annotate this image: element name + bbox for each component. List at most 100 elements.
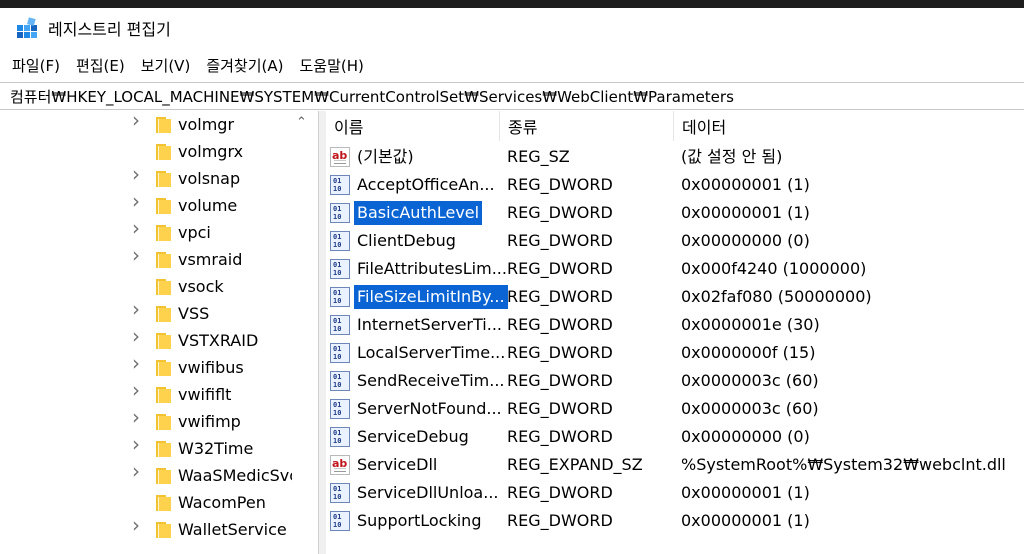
address-path[interactable]: 컴퓨터₩HKEY_LOCAL_MACHINE₩SYSTEM₩CurrentCon…: [10, 86, 734, 107]
tree-item[interactable]: › volume: [6, 191, 296, 220]
chevron-right-icon[interactable]: ›: [132, 353, 144, 373]
string-value-icon: ab: [330, 455, 350, 475]
chevron-right-icon[interactable]: ›: [132, 218, 144, 238]
chevron-right-icon[interactable]: ›: [132, 191, 144, 211]
value-row[interactable]: 01 10 SupportLocking REG_DWORD 0x00000001 (1…: [326, 507, 1024, 535]
value-data: 0x02faf080 (50000000): [681, 287, 872, 306]
value-name: SendReceiveTim...: [357, 371, 505, 390]
tree-item[interactable]: › volmgr: [6, 111, 296, 139]
chevron-right-icon[interactable]: ›: [132, 380, 144, 400]
tree-item[interactable]: › VSTXRAID: [6, 326, 296, 355]
chevron-right-icon[interactable]: ›: [132, 434, 144, 454]
value-name-cell: 01 10 FileAttributesLim...: [330, 255, 507, 283]
value-row[interactable]: 01 10 SendReceiveTim... REG_DWORD 0x0000003c…: [326, 367, 1024, 395]
value-row[interactable]: 01 10 FileAttributesLim... REG_DWORD 0x000f4…: [326, 255, 1024, 283]
value-data: 0x0000000f (15): [681, 343, 816, 362]
tree-item-label: WalletService: [178, 520, 287, 539]
tree-item[interactable]: › vwififlt: [6, 380, 296, 409]
value-row[interactable]: ab (기본값) REG_SZ (값 설정 안 됨): [326, 143, 1024, 171]
chevron-right-icon[interactable]: ›: [132, 164, 144, 184]
tree-item[interactable]: WacomPen: [6, 490, 296, 517]
value-row[interactable]: 01 10 AcceptOfficeAn... REG_DWORD 0x00000001…: [326, 171, 1024, 199]
address-bar[interactable]: 컴퓨터₩HKEY_LOCAL_MACHINE₩SYSTEM₩CurrentCon…: [0, 82, 1024, 110]
value-list[interactable]: 이름 종류 데이터 ab (기본값) REG_SZ (값 설정 안 됨) 01 10 Acc…: [326, 111, 1024, 554]
tree-item[interactable]: › WalletService: [6, 515, 296, 544]
tree-item[interactable]: › vwifibus: [6, 353, 296, 382]
value-row[interactable]: 01 10 ServiceDllUnloa... REG_DWORD 0x0000000…: [326, 479, 1024, 507]
value-name: ServerNotFound...: [357, 399, 502, 418]
value-name-cell: 01 10 SupportLocking: [330, 507, 502, 535]
value-type: REG_DWORD: [507, 483, 613, 502]
folder-icon: [156, 279, 172, 295]
tree-item[interactable]: › vsmraid: [6, 245, 296, 274]
folder-icon: [156, 495, 172, 511]
value-name: ServiceDebug: [357, 427, 469, 446]
column-type[interactable]: 종류: [500, 111, 674, 141]
tree-item[interactable]: › vpci: [6, 218, 296, 247]
value-data: 0x0000003c (60): [681, 371, 819, 390]
value-name-cell: 01 10 SendReceiveTim...: [330, 367, 505, 395]
menu-file[interactable]: 파일(F): [12, 55, 60, 76]
scroll-up-icon[interactable]: ⌃: [296, 115, 307, 130]
menu-favorites[interactable]: 즐겨찾기(A): [206, 55, 283, 76]
chevron-right-icon[interactable]: ›: [132, 111, 144, 130]
tree-item[interactable]: › vwifimp: [6, 407, 296, 436]
key-tree[interactable]: › volmgr volmgrx › volsnap › volume › vpci › vsmra…: [6, 111, 316, 554]
tree-item[interactable]: › W32Time: [6, 434, 296, 463]
regedit-icon: [16, 17, 38, 39]
chevron-right-icon[interactable]: ›: [132, 407, 144, 427]
value-type: REG_EXPAND_SZ: [507, 455, 643, 474]
tree-item[interactable]: › volsnap: [6, 164, 296, 193]
value-row[interactable]: 01 10 FileSizeLimitInBy... REG_DWORD 0x02faf…: [326, 283, 1024, 311]
value-name-cell: 01 10 LocalServerTime...: [330, 339, 505, 367]
tree-item-label: volmgrx: [178, 142, 244, 161]
tree-item[interactable]: vsock: [6, 274, 296, 301]
value-type: REG_DWORD: [507, 399, 613, 418]
value-name: SupportLocking: [357, 511, 482, 530]
menu-edit[interactable]: 편집(E): [76, 55, 125, 76]
menu-help[interactable]: 도움말(H): [299, 55, 363, 76]
value-row[interactable]: 01 10 ServerNotFound... REG_DWORD 0x0000003c…: [326, 395, 1024, 423]
chevron-right-icon[interactable]: ›: [132, 299, 144, 319]
value-name: FileSizeLimitInBy...: [354, 285, 508, 309]
value-data: (값 설정 안 됨): [681, 147, 783, 166]
column-name[interactable]: 이름: [326, 111, 500, 141]
menu-view[interactable]: 보기(V): [141, 55, 191, 76]
tree-scrollbar[interactable]: ⌃: [292, 111, 314, 554]
folder-icon: [156, 360, 172, 376]
value-type: REG_DWORD: [507, 203, 613, 222]
title-bar[interactable]: 레지스트리 편집기: [0, 8, 1024, 48]
value-row[interactable]: 01 10 ServiceDebug REG_DWORD 0x00000000 (0): [326, 423, 1024, 451]
value-name-cell: 01 10 ServiceDebug: [330, 423, 502, 451]
chevron-right-icon[interactable]: ›: [132, 245, 144, 265]
binary-value-icon: 01 10: [330, 231, 350, 251]
value-row[interactable]: 01 10 InternetServerTi... REG_DWORD 0x000000…: [326, 311, 1024, 339]
value-row[interactable]: ab ServiceDll REG_EXPAND_SZ %SystemRoot%₩Sy…: [326, 451, 1024, 479]
value-row[interactable]: 01 10 LocalServerTime... REG_DWORD 0x0000000…: [326, 339, 1024, 367]
column-data[interactable]: 데이터: [674, 111, 1024, 141]
list-header: 이름 종류 데이터: [326, 111, 1024, 141]
binary-value-icon: 01 10: [330, 315, 350, 335]
value-row[interactable]: 01 10 ClientDebug REG_DWORD 0x00000000 (0): [326, 227, 1024, 255]
value-row[interactable]: 01 10 BasicAuthLevel REG_DWORD 0x00000001 (1…: [326, 199, 1024, 227]
chevron-right-icon[interactable]: ›: [132, 515, 144, 535]
value-name: ServiceDllUnloa...: [357, 483, 499, 502]
folder-icon: [156, 333, 172, 349]
tree-item-label: volume: [178, 196, 238, 215]
binary-value-icon: 01 10: [330, 203, 350, 223]
chevron-right-icon[interactable]: ›: [132, 326, 144, 346]
value-name: BasicAuthLevel: [354, 201, 483, 225]
tree-item[interactable]: › VSS: [6, 299, 296, 328]
pane-splitter[interactable]: [318, 111, 326, 554]
value-data: 0x00000001 (1): [681, 483, 810, 502]
value-data: 0x00000000 (0): [681, 231, 810, 250]
value-data: 0x00000001 (1): [681, 511, 810, 530]
tree-item-label: WaaSMedicSvc: [178, 466, 299, 485]
value-data: %SystemRoot%₩System32₩webclnt.dll: [681, 455, 1006, 474]
value-name-cell: 01 10 ServiceDllUnloa...: [330, 479, 502, 507]
tree-item[interactable]: volmgrx: [6, 139, 296, 166]
chevron-right-icon[interactable]: ›: [132, 461, 144, 481]
value-type: REG_DWORD: [507, 231, 613, 250]
tree-item[interactable]: › WaaSMedicSvc: [6, 461, 299, 490]
value-name-cell: 01 10 ServerNotFound...: [330, 395, 502, 423]
